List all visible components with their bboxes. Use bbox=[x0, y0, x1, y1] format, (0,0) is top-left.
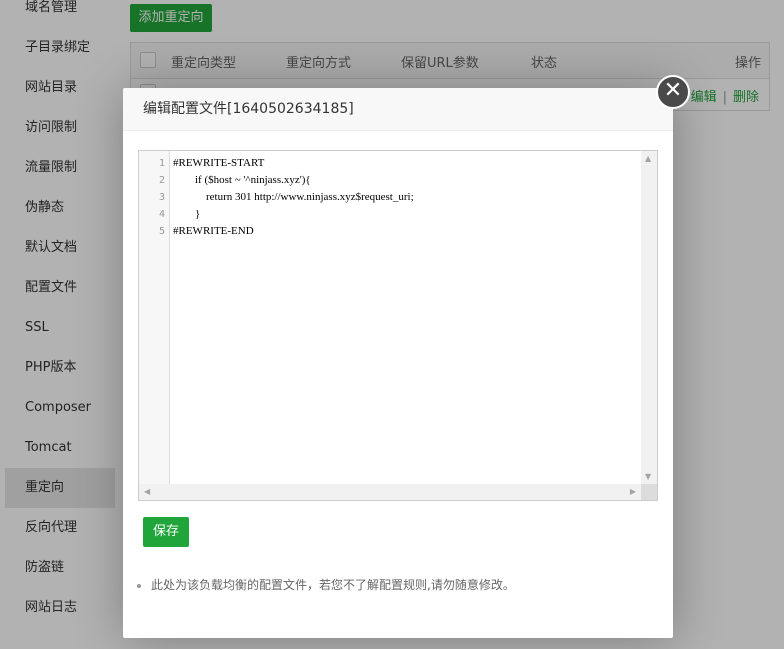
line-number: 5 bbox=[158, 226, 165, 237]
scroll-down-icon[interactable]: ▼ bbox=[645, 473, 651, 481]
vertical-scrollbar[interactable]: ▲ ▼ bbox=[641, 151, 657, 485]
close-icon[interactable]: ✕ bbox=[656, 75, 690, 109]
code-line[interactable]: if ($host ~ '^ninjass.xyz'){ bbox=[173, 172, 311, 189]
line-number: 3 bbox=[158, 192, 165, 203]
save-button[interactable]: 保存 bbox=[143, 517, 189, 547]
line-number-gutter: 1 2 3 4 5 bbox=[139, 151, 170, 500]
line-number: 1 bbox=[158, 158, 165, 169]
scroll-left-icon[interactable]: ◀ bbox=[144, 488, 150, 496]
scroll-up-icon[interactable]: ▲ bbox=[645, 155, 651, 163]
scroll-right-icon[interactable]: ▶ bbox=[630, 488, 636, 496]
modal-title: 编辑配置文件[1640502634185] bbox=[123, 88, 673, 131]
edit-config-modal: 编辑配置文件[1640502634185] ✕ 1 2 3 4 5 #REWRI… bbox=[123, 75, 690, 638]
line-number: 2 bbox=[158, 175, 165, 186]
code-line[interactable]: } bbox=[173, 206, 200, 223]
line-number: 4 bbox=[158, 209, 165, 220]
tip-text: 此处为该负载均衡的配置文件，若您不了解配置规则,请勿随意修改。 bbox=[151, 578, 515, 592]
code-editor[interactable]: 1 2 3 4 5 #REWRITE-START if ($host ~ '^n… bbox=[138, 150, 658, 501]
scrollbar-corner bbox=[641, 484, 657, 500]
code-line[interactable]: #REWRITE-START bbox=[173, 155, 264, 172]
code-line[interactable]: return 301 http://www.ninjass.xyz$reques… bbox=[173, 189, 414, 206]
config-warning-tip: 此处为该负载均衡的配置文件，若您不了解配置规则,请勿随意修改。 bbox=[137, 576, 515, 593]
horizontal-scrollbar[interactable]: ◀ ▶ bbox=[139, 484, 641, 500]
bullet-icon bbox=[137, 583, 141, 588]
code-line[interactable]: #REWRITE-END bbox=[173, 223, 254, 240]
